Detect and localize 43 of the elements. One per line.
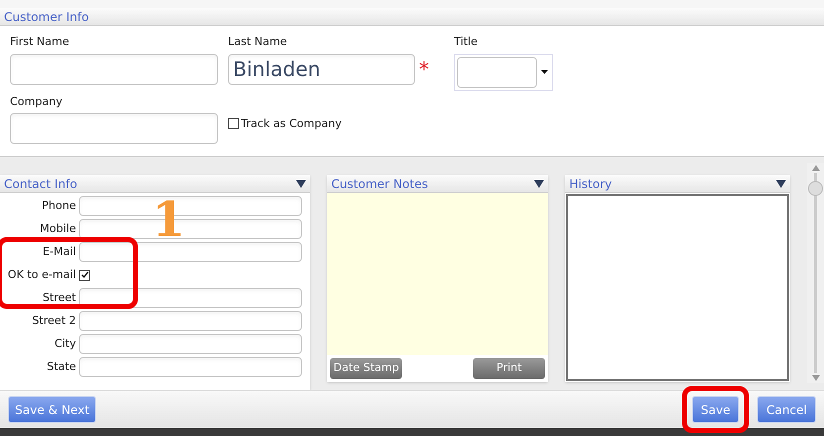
text-field[interactable] [10,54,218,84]
checkbox[interactable] [228,118,239,130]
field-label: Company [10,94,64,110]
scroll-up-icon[interactable] [812,165,820,171]
panel-title: Contact Info [4,176,78,192]
text-field[interactable] [79,288,302,308]
field-label: Street 2 [31,312,76,329]
field-label: Mobile [38,220,76,237]
text-field[interactable]: Binladen [228,54,415,84]
field-label: E-Mail [42,244,76,260]
footer-button[interactable]: Cancel [757,396,816,423]
text-field[interactable] [79,334,302,354]
collapse-icon[interactable] [776,180,786,188]
footer-button[interactable]: Save [692,396,740,423]
text-field[interactable] [79,311,302,331]
required-mark: * [419,59,429,79]
footer-button[interactable]: Save & Next [8,396,96,423]
field-label: City [53,336,76,352]
panel-title: History [569,176,612,192]
field-label: Title [454,34,479,50]
panel-button[interactable]: Print [473,358,546,379]
title-dropdown[interactable] [454,54,553,90]
scrollbar[interactable] [807,163,824,383]
checkbox-label: Track as Company [241,116,342,132]
scroll-down-icon[interactable] [812,375,820,381]
field-label: State [46,358,76,375]
step-number: 1 [152,196,186,244]
text-field[interactable] [10,113,218,144]
panel-title: Customer Info [4,8,89,26]
panel-title: Customer Notes [331,176,428,192]
field-label: Street [42,290,76,306]
collapse-icon[interactable] [534,180,544,188]
scroll-thumb[interactable] [808,181,824,196]
field-label: Last Name [228,34,288,50]
field-label: First Name [10,34,70,50]
text-field[interactable] [79,357,302,377]
text-field[interactable] [79,242,302,262]
field-label: OK to e-mail [6,266,76,283]
dropdown-caret-icon [541,70,548,74]
collapse-icon[interactable] [296,180,306,188]
panel-button[interactable]: Date Stamp [330,358,402,379]
field-label: Phone [40,198,76,214]
checkbox[interactable] [79,270,90,280]
